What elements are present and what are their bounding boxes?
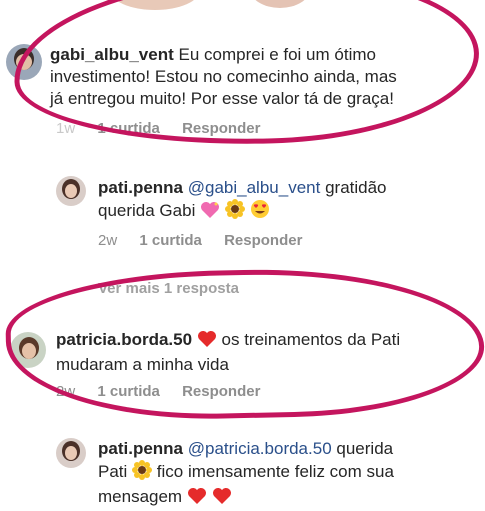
comment-time: 2w xyxy=(98,232,118,249)
reply-button[interactable]: Responder xyxy=(224,232,302,249)
mention-link[interactable]: @patricia.borda.50 xyxy=(188,439,332,458)
heart-eyes-face-icon xyxy=(250,199,270,225)
sparkling-heart-icon xyxy=(200,201,220,225)
comment-time: 2w xyxy=(56,383,76,400)
reply-text: pati.penna @gabi_albu_vent gratidão quer… xyxy=(98,177,478,225)
reply-button[interactable]: Responder xyxy=(182,383,260,400)
comment-meta: 2w 1 curtida Responder xyxy=(56,383,278,400)
avatar[interactable] xyxy=(56,176,86,206)
avatar[interactable] xyxy=(56,438,86,468)
comment-text: gabi_albu_vent Eu comprei e foi um ótimo… xyxy=(50,45,397,108)
avatar[interactable] xyxy=(10,332,46,368)
comment-time: 1w xyxy=(56,120,76,137)
comment-username[interactable]: gabi_albu_vent xyxy=(50,45,174,64)
comment-username[interactable]: pati.penna xyxy=(98,439,183,458)
cropped-image-top-2 xyxy=(250,0,310,8)
likes-link[interactable]: 1 curtida xyxy=(139,232,202,249)
red-heart-icon xyxy=(197,330,217,354)
red-heart-icon xyxy=(212,487,232,511)
comment-text: patricia.borda.50 os treinamentos da Pat… xyxy=(56,330,401,374)
reply-text: pati.penna @patricia.borda.50 querida Pa… xyxy=(98,438,478,511)
likes-link[interactable]: 1 curtida xyxy=(97,120,160,137)
cropped-image-top xyxy=(110,0,200,10)
red-heart-icon xyxy=(187,487,207,511)
comment-username[interactable]: pati.penna xyxy=(98,178,183,197)
reply-button[interactable]: Responder xyxy=(182,120,260,137)
comment-meta: 1w 1 curtida Responder xyxy=(56,120,278,137)
sunflower-icon xyxy=(224,199,245,225)
comment-username[interactable]: patricia.borda.50 xyxy=(56,330,192,349)
sunflower-icon xyxy=(132,460,153,486)
likes-link[interactable]: 1 curtida xyxy=(97,383,160,400)
mention-link[interactable]: @gabi_albu_vent xyxy=(188,178,321,197)
view-more-replies[interactable]: Ver mais 1 resposta xyxy=(98,280,257,297)
avatar[interactable] xyxy=(6,44,42,80)
reply-meta: 2w 1 curtida Responder xyxy=(98,232,320,249)
